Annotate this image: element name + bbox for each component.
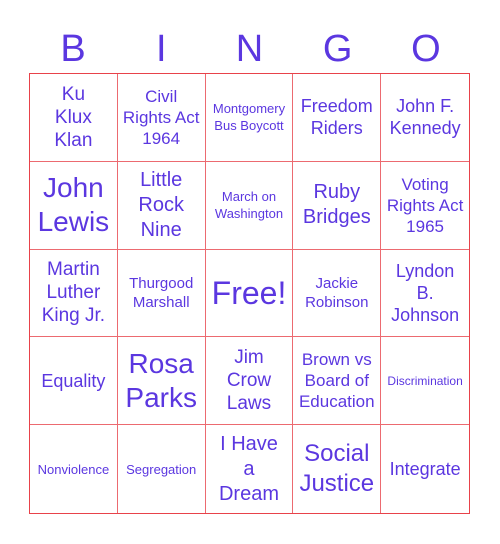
cell-label: Integrate <box>389 459 461 480</box>
cell-label: Lyndon B. Johnson <box>391 260 460 325</box>
bingo-cell[interactable]: John Lewis <box>30 161 118 250</box>
header-letter-i: I <box>156 28 167 70</box>
cell-label: Ruby Bridges <box>302 181 371 229</box>
cell-label: Martin Luther King Jr. <box>41 259 106 327</box>
cell-label: I Have a Dream <box>218 432 279 505</box>
cell-label: Jim Crow Laws <box>226 347 272 415</box>
bingo-cell-free[interactable]: Free! <box>205 249 294 338</box>
bingo-cell[interactable]: Martin Luther King Jr. <box>30 249 118 338</box>
cell-label: Discrimination <box>387 373 463 388</box>
bingo-cell[interactable]: Voting Rights Act 1965 <box>381 162 469 250</box>
cell-label: John F. Kennedy <box>389 96 461 139</box>
cell-label: Segregation <box>126 461 197 477</box>
bingo-card: Ku Klux Klan Civil Rights Act 1964 Montg… <box>29 73 470 514</box>
bingo-cell[interactable]: Discrimination <box>381 337 469 426</box>
cell-label: Ku Klux Klan <box>54 83 93 151</box>
cell-label: Social Justice <box>299 440 375 498</box>
cell-label: John Lewis <box>37 172 110 238</box>
cell-label: Equality <box>41 370 106 391</box>
cell-label: March on Washington <box>214 189 284 222</box>
cell-label: Jackie Robinson <box>305 274 369 311</box>
bingo-cell[interactable]: Segregation <box>118 425 206 513</box>
bingo-cell[interactable]: Nonviolence <box>30 425 118 513</box>
cell-label: Rosa Parks <box>125 347 197 413</box>
cell-label: Brown vs Board of Education <box>298 350 375 412</box>
header-letter-b: B <box>60 28 86 70</box>
bingo-cell[interactable]: Integrate <box>381 425 469 513</box>
cell-label: Nonviolence <box>37 461 110 477</box>
bingo-cell[interactable]: Social Justice <box>293 425 382 513</box>
bingo-header: B I N G O <box>29 26 470 72</box>
cell-label: Civil Rights Act 1964 <box>122 86 200 148</box>
bingo-cell[interactable]: Brown vs Board of Education <box>293 337 382 426</box>
bingo-cell[interactable]: Little Rock Nine <box>117 161 206 250</box>
bingo-cell[interactable]: Ruby Bridges <box>293 161 382 250</box>
bingo-cell[interactable]: Thurgood Marshall <box>117 249 206 338</box>
header-letter-g: G <box>322 28 353 70</box>
bingo-cell[interactable]: March on Washington <box>205 161 294 250</box>
bingo-cell[interactable]: Jim Crow Laws <box>205 337 294 426</box>
header-letter-n: N <box>235 28 264 70</box>
cell-label: Thurgood Marshall <box>129 274 194 311</box>
cell-label: Free! <box>211 274 287 311</box>
cell-label: Little Rock Nine <box>138 168 184 241</box>
bingo-cell[interactable]: Jackie Robinson <box>293 249 382 338</box>
bingo-cell[interactable]: Montgomery Bus Boycott <box>205 74 294 162</box>
cell-label: Freedom Riders <box>300 96 373 139</box>
cell-label: Voting Rights Act 1965 <box>386 174 464 236</box>
header-letter-o: O <box>411 28 441 70</box>
bingo-cell[interactable]: Equality <box>30 337 118 426</box>
bingo-cell[interactable]: Rosa Parks <box>117 337 206 426</box>
bingo-cell[interactable]: John F. Kennedy <box>381 74 469 162</box>
bingo-cell[interactable]: Ku Klux Klan <box>30 74 118 162</box>
bingo-cell[interactable]: I Have a Dream <box>206 425 294 513</box>
cell-label: Montgomery Bus Boycott <box>212 101 286 134</box>
bingo-cell[interactable]: Freedom Riders <box>293 74 382 162</box>
bingo-cell[interactable]: Lyndon B. Johnson <box>381 250 469 338</box>
bingo-cell[interactable]: Civil Rights Act 1964 <box>117 74 206 162</box>
